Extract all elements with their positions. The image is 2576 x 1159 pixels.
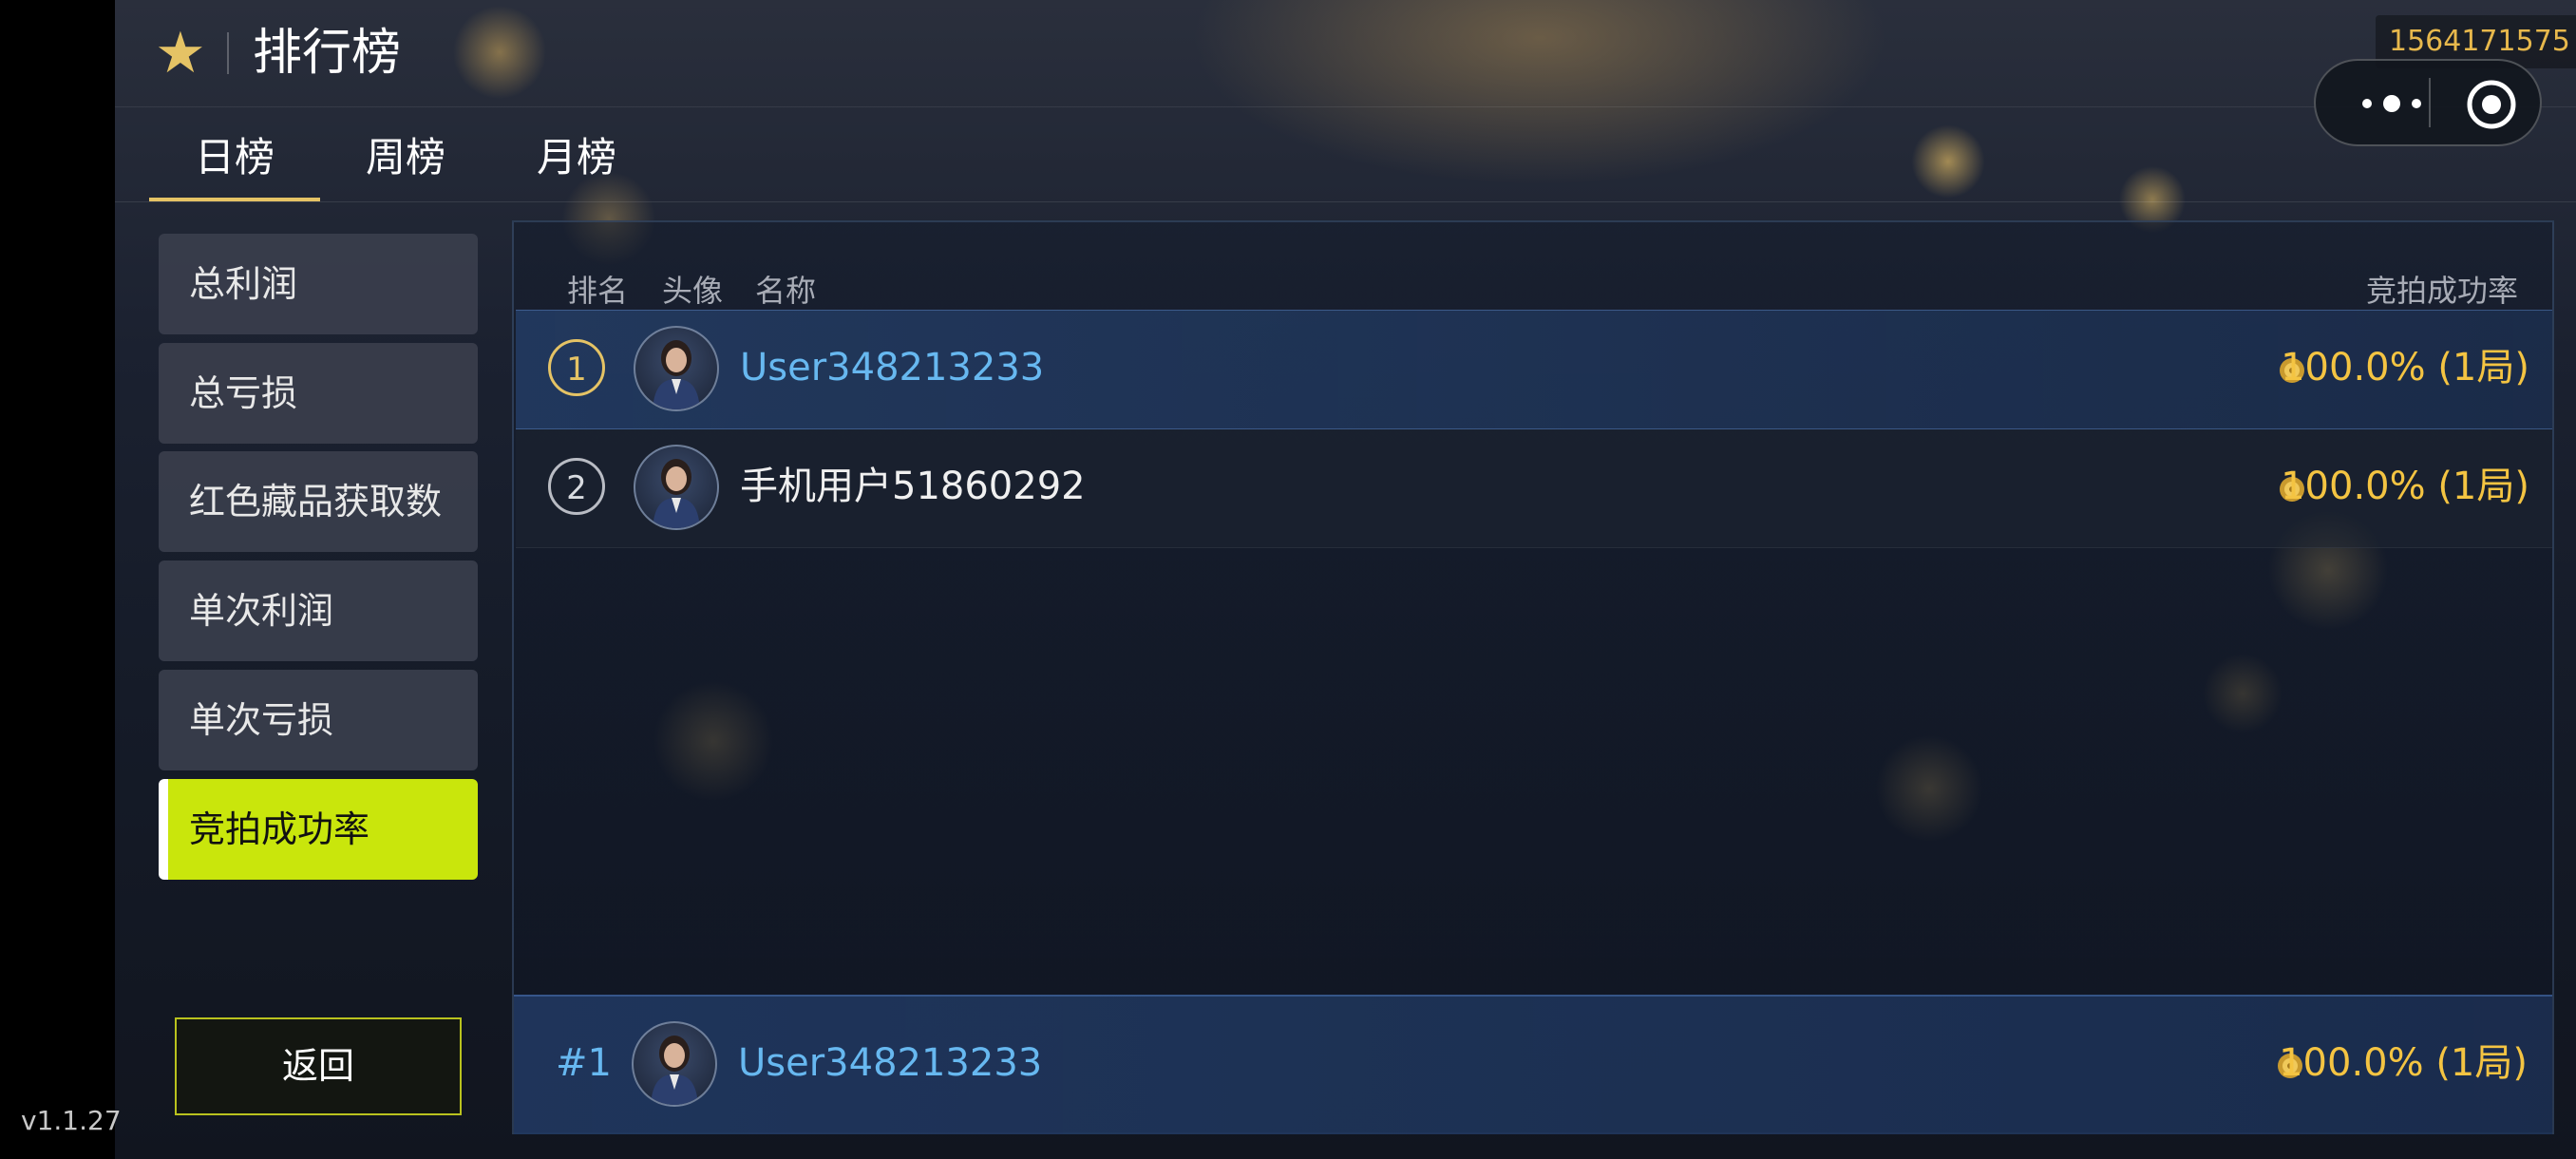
player-name: 手机用户51860292 xyxy=(740,465,1086,508)
tabs-divider xyxy=(115,201,2576,202)
avatar-portrait-icon xyxy=(651,1036,698,1105)
page-title: 排行榜 xyxy=(253,25,402,82)
table-row[interactable]: 2 手机用户51860292 100.0% (1局) xyxy=(516,429,2552,548)
avatar xyxy=(634,326,719,411)
tab-monthly[interactable]: 月榜 xyxy=(491,114,662,201)
avatar xyxy=(632,1021,717,1107)
success-rate-value: 100.0% (1局) xyxy=(2281,465,2529,508)
sidebar-item-single-loss[interactable]: 单次亏损 xyxy=(159,670,478,770)
col-header-rank: 排名 xyxy=(567,273,629,309)
sidebar-item-auction-success-rate[interactable]: 竞拍成功率 xyxy=(159,779,478,880)
header-divider xyxy=(227,32,229,74)
avatar xyxy=(634,445,719,530)
more-dots-icon[interactable] xyxy=(2354,89,2430,118)
col-header-name: 名称 xyxy=(755,273,817,309)
target-close-icon[interactable] xyxy=(2465,78,2518,131)
leaderboard-panel: 排名 头像 名称 竞拍成功率 1 User348213233 100.0% (1… xyxy=(512,220,2554,1134)
rank-badge: 2 xyxy=(548,458,605,515)
header-bar: ★ 排行榜 1564171575 xyxy=(115,0,2576,146)
sidebar-item-total-profit[interactable]: 总利润 xyxy=(159,234,478,334)
my-rank-row: #1 User348213233 100.0% (1局) xyxy=(514,995,2552,1134)
sidebar-item-red-collectibles[interactable]: 红色藏品获取数 xyxy=(159,451,478,552)
leaderboard-app: ★ 排行榜 1564171575 日榜 周榜 月榜 总利润 总亏损 红色藏品获取… xyxy=(115,0,2576,1159)
table-row[interactable]: 1 User348213233 100.0% (1局) xyxy=(516,310,2552,429)
miniprogram-capsule xyxy=(2314,59,2542,146)
back-button[interactable]: 返回 xyxy=(175,1017,462,1115)
avatar-portrait-icon xyxy=(653,340,700,409)
capsule-divider xyxy=(2429,78,2431,127)
star-icon: ★ xyxy=(155,20,206,86)
tab-daily[interactable]: 日榜 xyxy=(149,114,320,201)
col-header-metric: 竞拍成功率 xyxy=(2365,273,2518,309)
screen: ★ 排行榜 1564171575 日榜 周榜 月榜 总利润 总亏损 红色藏品获取… xyxy=(0,0,2576,1159)
sidebar-item-total-loss[interactable]: 总亏损 xyxy=(159,343,478,444)
rank-badge: 1 xyxy=(548,339,605,396)
success-rate-value: 100.0% (1局) xyxy=(2281,346,2529,390)
avatar-portrait-icon xyxy=(653,459,700,528)
sidebar-item-single-profit[interactable]: 单次利润 xyxy=(159,560,478,661)
my-rank-label: #1 xyxy=(556,1041,612,1085)
version-label: v1.1.27 xyxy=(21,1105,122,1136)
my-player-name: User348213233 xyxy=(738,1041,1043,1085)
col-header-avatar: 头像 xyxy=(662,273,724,309)
tab-weekly[interactable]: 周榜 xyxy=(320,114,491,201)
my-success-rate-value: 100.0% (1局) xyxy=(2279,1041,2528,1085)
player-name: User348213233 xyxy=(740,346,1045,390)
